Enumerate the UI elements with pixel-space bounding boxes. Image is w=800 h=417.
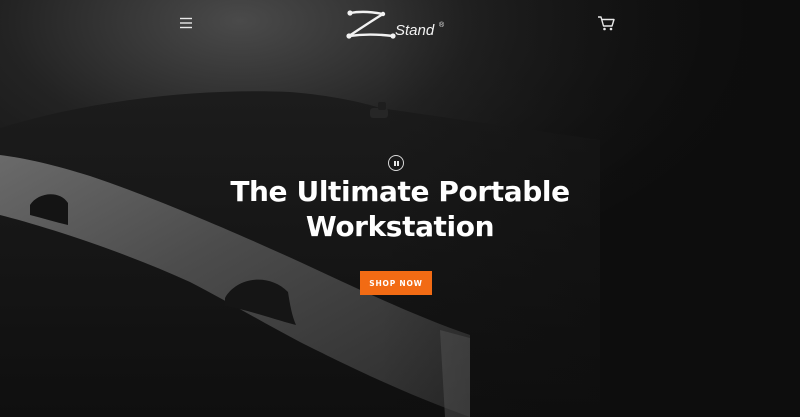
hamburger-menu-icon[interactable] (176, 14, 196, 32)
pause-icon (394, 160, 396, 166)
z-stand-logo-icon: Stand ® (346, 10, 445, 39)
registered-mark: ® (439, 21, 445, 29)
brand-logo[interactable]: Stand ® (343, 8, 453, 42)
slideshow-pause-button[interactable] (388, 155, 404, 171)
hero-headline: The Ultimate Portable Workstation (150, 174, 650, 244)
shop-now-button[interactable]: SHOP NOW (360, 271, 432, 295)
shopping-cart-icon[interactable] (595, 13, 617, 33)
site-header: Stand ® (0, 0, 800, 48)
headline-line-2: Workstation (305, 210, 495, 243)
brand-name: Stand (395, 22, 435, 39)
headline-line-1: The Ultimate Portable (230, 175, 570, 208)
